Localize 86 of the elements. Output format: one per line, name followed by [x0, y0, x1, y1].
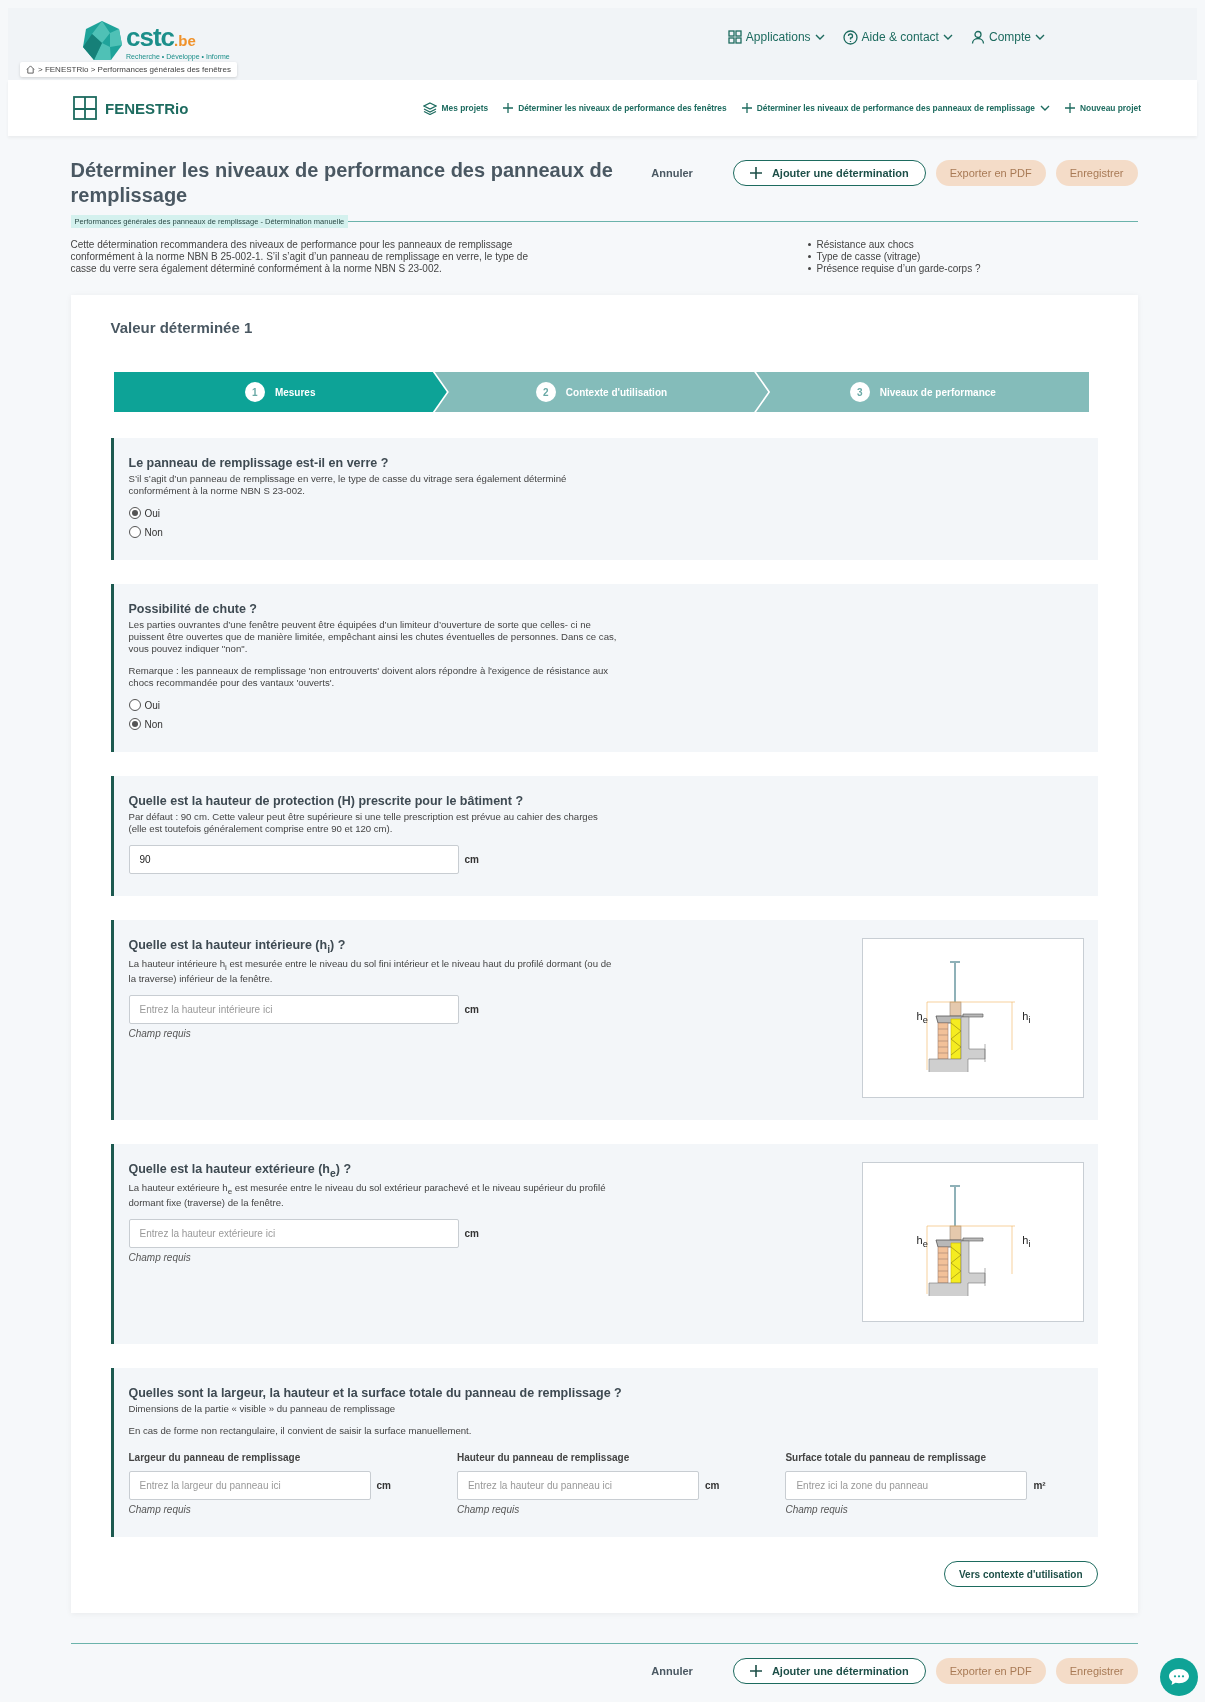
user-icon: [970, 30, 985, 44]
question-description: Dimensions de la partie « visible » du panneau de remplissage: [128, 1403, 397, 1415]
text-field[interactable]: Entrez la hauteur extérieure ici: [128, 1219, 459, 1249]
unit-label: cm: [464, 1228, 479, 1240]
chevron-down-icon: [1035, 34, 1045, 40]
unit-label: cm: [464, 1004, 479, 1016]
radio-option[interactable]: Oui: [128, 507, 161, 519]
required-note: Champ requis: [128, 1028, 192, 1040]
cancel-button[interactable]: Annuler: [645, 1664, 699, 1678]
radio-button[interactable]: [128, 507, 141, 519]
help-icon: [842, 29, 858, 45]
page-title: Déterminer les niveaux de performance des panneaux de remplissage: [70, 158, 614, 208]
required-note: Champ requis: [128, 1504, 192, 1515]
nav-menu[interactable]: Applications: [727, 29, 825, 45]
layers-icon: [422, 101, 437, 115]
add-determination-button[interactable]: Ajouter une détermination: [732, 1658, 926, 1684]
question-description: Par défaut : 90 cm. Cette valeur peut être supérieure si une telle prescription est prévue au cahier des charges (elle est toutefois généralement comprise entre 90 et 120 cm).: [128, 811, 599, 835]
logo-suffix: .be: [174, 32, 196, 49]
text-field[interactable]: 90: [128, 845, 459, 874]
cancel-button[interactable]: Annuler: [645, 166, 699, 180]
nav-link[interactable]: Déterminer les niveaux de performance des fenêtres: [503, 101, 727, 115]
chat-icon: [1168, 1668, 1190, 1686]
window-icon: [73, 96, 97, 120]
nav-link[interactable]: Mes projets: [422, 101, 489, 115]
question-description: Les parties ouvrantes d’une fenêtre peuvent être équipées d’un limiteur d’ouverture de sorte que celles- ci ne puissent être ouvertes que de manière limitée, empêchant ainsi les chutes éventuelles de personnes. Dans ce cas, vous pouvez indiquer "non".: [128, 619, 618, 655]
bullet-item: Résistance aux chocs: [807, 239, 1138, 251]
height-label: h$_{i}$: [1022, 1234, 1031, 1250]
plus-icon: [741, 103, 752, 113]
question-title: Quelle est la hauteur extérieure (h$_{e}$) ?: [128, 1162, 353, 1179]
field-label: Surface totale du panneau de remplissage: [785, 1452, 987, 1463]
text-field[interactable]: Entrez la hauteur du panneau ici: [456, 1471, 699, 1500]
next-step-button[interactable]: Vers contexte d'utilisation: [943, 1561, 1098, 1587]
height-label: h$_{e}$: [916, 1234, 928, 1250]
radio-option[interactable]: Non: [128, 526, 163, 538]
plus-icon: [1065, 103, 1076, 113]
plus-icon: [749, 167, 762, 179]
unit-label: cm: [464, 854, 479, 865]
required-note: Champ requis: [456, 1504, 521, 1515]
unit-label: cm: [704, 1480, 720, 1491]
question-title: Quelle est la hauteur de protection (H) prescrite pour le bâtiment ?: [128, 794, 524, 808]
question-title: Possibilité de chute ?: [128, 602, 258, 616]
add-determination-button[interactable]: Ajouter une détermination: [732, 160, 926, 186]
chat-button[interactable]: [1160, 1658, 1198, 1696]
question-description: La hauteur extérieure h$_{e}$ est mesurée entre le niveau du sol extérieur parachevé et le niveau supérieur du profilé dormant fixe (traverse) de la fenêtre.: [128, 1181, 607, 1210]
nav-menu[interactable]: Aide & contact: [842, 29, 953, 45]
radio-button[interactable]: [128, 718, 141, 730]
radio-button[interactable]: [128, 699, 141, 711]
text-field[interactable]: Entrez la hauteur intérieure ici: [128, 995, 459, 1025]
home-icon[interactable]: [26, 65, 35, 74]
height-label: h$_{e}$: [916, 1010, 928, 1026]
question-title: Quelle est la hauteur intérieure (h$_{i}$) ?: [128, 938, 347, 955]
intro-text: Cette détermination recommandera des niveaux de performance pour les panneaux de remplissage conformément à la norme NBN B 25-002-1. S’il s’agit d’un panneau de remplissage en verre, le type de casse du verre sera également déterminé conformément à la norme NBN S 23-002.: [70, 239, 529, 275]
chevron-down-icon: [1040, 105, 1051, 111]
nav-link[interactable]: Déterminer les niveaux de performance des panneaux de remplissage: [741, 101, 1051, 115]
question-title: Quelles sont la largeur, la hauteur et la surface totale du panneau de remplissage ?: [128, 1386, 623, 1400]
chevron-down-icon: [942, 34, 953, 40]
logo-icon: [81, 20, 123, 62]
text-field[interactable]: Entrez ici la zone du panneau: [785, 1471, 1028, 1500]
nav-menu[interactable]: Compte: [970, 29, 1045, 45]
bullet-item: Présence requise d’un garde-corps ?: [807, 263, 1138, 275]
logo-name: cstc: [126, 22, 175, 52]
height-label: h$_{i}$: [1022, 1010, 1031, 1026]
field-label: Largeur du panneau de remplissage: [128, 1452, 301, 1463]
question-description: La hauteur intérieure h$_{i}$ est mesurée entre le niveau du sol fini intérieur et le niveau haut du profilé dormant (ou de la traverse) inférieur de la fenêtre.: [128, 957, 613, 986]
app-title: FENESTRio: [105, 99, 189, 117]
question-title: Le panneau de remplissage est-il en verre ?: [128, 456, 390, 470]
bullet-item: Type de casse (vitrage): [807, 251, 1138, 263]
card-title: Valeur déterminée 1: [110, 319, 254, 336]
radio-option[interactable]: Oui: [128, 699, 161, 711]
question-description: En cas de forme non rectangulaire, il convient de saisir la surface manuellement.: [128, 1425, 473, 1437]
question-description: Remarque : les panneaux de remplissage 'non entrouverts' doivent alors répondre à l'exigence de résistance aux chocs recommandée pour des vantaux 'ouverts'.: [128, 665, 610, 689]
nav-link[interactable]: Nouveau projet: [1065, 101, 1141, 115]
text-field[interactable]: Entrez la largeur du panneau ici: [128, 1471, 371, 1500]
breadcrumb-path: > FENESTRio > Performances générales des fenêtres: [38, 65, 231, 74]
unit-label: cm: [376, 1480, 391, 1491]
plus-icon: [749, 1665, 762, 1677]
question-description: S’il s’agit d’un panneau de remplissage en verre, le type de casse du vitrage sera également déterminé conformément à la norme NBN S 23-002.: [128, 473, 568, 497]
plus-icon: [503, 103, 514, 113]
field-label: Hauteur du panneau de remplissage: [456, 1452, 630, 1463]
radio-button[interactable]: [128, 526, 141, 538]
unit-label: m²: [1033, 1480, 1046, 1491]
radio-option[interactable]: Non: [128, 718, 163, 730]
required-note: Champ requis: [128, 1252, 192, 1264]
required-note: Champ requis: [785, 1504, 849, 1515]
chevron-down-icon: [814, 34, 825, 40]
apps-icon: [727, 30, 742, 44]
